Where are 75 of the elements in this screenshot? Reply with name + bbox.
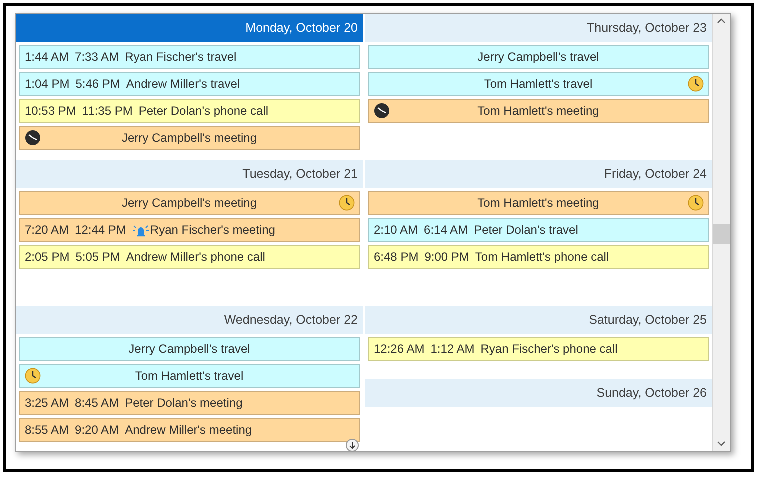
- day-header[interactable]: Sunday, October 26: [365, 379, 712, 407]
- appointment-subject: Peter Dolan's travel: [474, 222, 578, 239]
- appointment-subject: Peter Dolan's meeting: [125, 395, 243, 412]
- appointment-subject: Tom Hamlett's phone call: [475, 249, 610, 266]
- appointment-subject: Tom Hamlett's travel: [134, 368, 245, 385]
- start-time: 7:20 AM: [25, 222, 70, 239]
- appointment-subject: Jerry Campbell's travel: [476, 49, 600, 66]
- end-time: 9:00 PM: [424, 249, 470, 266]
- start-time: 3:25 AM: [25, 395, 70, 412]
- appointment[interactable]: Tom Hamlett's travel: [368, 72, 709, 96]
- start-time: 6:48 PM: [374, 249, 419, 266]
- appointment[interactable]: 2:05 PM 5:05 PM Andrew Miller's phone call: [19, 245, 360, 269]
- appointment-subject: Tom Hamlett's meeting: [476, 195, 600, 212]
- start-time: 8:55 AM: [25, 422, 70, 439]
- start-time: 2:05 PM: [25, 249, 70, 266]
- start-time: 2:10 AM: [374, 222, 418, 239]
- appointment[interactable]: Tom Hamlett's meeting: [368, 99, 709, 123]
- appointment-subject: Andrew Miller's meeting: [125, 422, 252, 439]
- appointment[interactable]: 12:26 AM 1:12 AM Ryan Fischer's phone call: [368, 337, 709, 361]
- appointment-subject: Jerry Campbell's meeting: [120, 195, 258, 212]
- appointment[interactable]: Jerry Campbell's meeting: [19, 126, 360, 150]
- day-header[interactable]: Wednesday, October 22: [16, 306, 363, 334]
- appointment[interactable]: Jerry Campbell's meeting: [19, 191, 360, 215]
- clock-icon: [688, 76, 704, 92]
- appointment-subject: Ryan Fischer's travel: [125, 49, 237, 66]
- start-time: 12:26 AM: [374, 341, 425, 358]
- end-time: 12:44 PM: [75, 222, 126, 239]
- end-time: 1:12 AM: [430, 341, 475, 358]
- start-time: 10:53 PM: [25, 103, 76, 120]
- appointment[interactable]: 2:10 AM 6:14 AM Peter Dolan's travel: [368, 218, 709, 242]
- appointment[interactable]: Jerry Campbell's travel: [19, 337, 360, 361]
- clock-icon: [339, 195, 355, 211]
- start-time: 1:44 AM: [25, 49, 70, 66]
- end-time: 11:35 PM: [82, 103, 133, 120]
- alarm-bell-icon: [132, 223, 150, 237]
- appointment[interactable]: 3:25 AM 8:45 AM Peter Dolan's meeting: [19, 391, 360, 415]
- appointment[interactable]: 8:55 AM 9:20 AM Andrew Miller's meeting: [19, 418, 360, 442]
- scroll-down-icon[interactable]: [717, 441, 726, 447]
- scroll-up-icon[interactable]: [717, 18, 726, 24]
- end-time: 9:20 AM: [75, 422, 120, 439]
- appointment-subject: Ryan Fischer's phone call: [480, 341, 618, 358]
- end-time: 5:46 PM: [76, 76, 120, 93]
- end-time: 6:14 AM: [424, 222, 468, 239]
- more-appointments-icon[interactable]: [346, 439, 359, 452]
- end-time: 7:33 AM: [75, 49, 120, 66]
- appointment[interactable]: 1:44 AM 7:33 AM Ryan Fischer's travel: [19, 45, 360, 69]
- appointment-subject: Jerry Campbell's meeting: [120, 130, 258, 147]
- scroll-thumb[interactable]: [713, 224, 730, 244]
- appointment-subject: Tom Hamlett's meeting: [476, 103, 600, 120]
- clock-icon: [374, 103, 390, 119]
- appointment-subject: Peter Dolan's phone call: [138, 103, 269, 120]
- end-time: 5:05 PM: [76, 249, 120, 266]
- appointment[interactable]: 6:48 PM 9:00 PM Tom Hamlett's phone call: [368, 245, 709, 269]
- end-time: 8:45 AM: [75, 395, 120, 412]
- appointment-subject: Tom Hamlett's travel: [483, 76, 594, 93]
- day-header[interactable]: Monday, October 20: [16, 14, 363, 42]
- appointment[interactable]: 7:20 AM 12:44 PM Ryan Fischer's meeting: [19, 218, 360, 242]
- day-header[interactable]: Saturday, October 25: [365, 306, 712, 334]
- appointment[interactable]: Tom Hamlett's meeting: [368, 191, 709, 215]
- clock-icon: [25, 368, 41, 384]
- appointment-subject: Jerry Campbell's travel: [128, 341, 252, 358]
- day-header[interactable]: Friday, October 24: [365, 160, 712, 188]
- appointment-subject: Andrew Miller's phone call: [126, 249, 266, 266]
- clock-icon: [688, 195, 704, 211]
- appointment[interactable]: Jerry Campbell's travel: [368, 45, 709, 69]
- appointment[interactable]: 1:04 PM 5:46 PM Andrew Miller's travel: [19, 72, 360, 96]
- start-time: 1:04 PM: [25, 76, 70, 93]
- scrollbar[interactable]: [712, 14, 730, 451]
- appointment-subject: Andrew Miller's travel: [126, 76, 240, 93]
- appointment-subject: Ryan Fischer's meeting: [150, 222, 276, 239]
- day-header[interactable]: Tuesday, October 21: [16, 160, 363, 188]
- appointment[interactable]: Tom Hamlett's travel: [19, 364, 360, 388]
- clock-icon: [25, 130, 41, 146]
- day-header[interactable]: Thursday, October 23: [365, 14, 712, 42]
- appointment[interactable]: 10:53 PM 11:35 PM Peter Dolan's phone call: [19, 99, 360, 123]
